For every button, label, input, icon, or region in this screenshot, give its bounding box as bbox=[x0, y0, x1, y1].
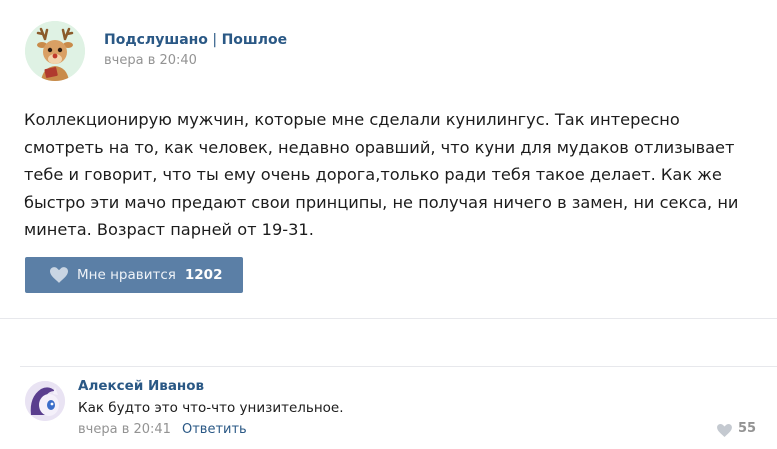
spacer bbox=[0, 319, 777, 367]
reply-button[interactable]: Ответить bbox=[182, 422, 247, 437]
comment-text: Как будто это что-что унизительное. bbox=[78, 400, 344, 416]
like-label: Мне нравится bbox=[77, 267, 176, 283]
comment-like-count: 55 bbox=[738, 421, 757, 436]
author-name[interactable]: Подслушано bbox=[104, 32, 208, 48]
like-button[interactable]: Мне нравится 1202 bbox=[25, 257, 243, 293]
post: Подслушано | Пошлое вчера в 20:40 Коллек… bbox=[0, 0, 777, 318]
heart-icon bbox=[50, 267, 68, 283]
comment-like-button[interactable]: 55 bbox=[717, 421, 757, 437]
post-author[interactable]: Подслушано | Пошлое bbox=[104, 32, 287, 48]
commenter-avatar[interactable] bbox=[25, 381, 65, 421]
post-timestamp[interactable]: вчера в 20:40 bbox=[104, 53, 197, 68]
group-avatar[interactable] bbox=[25, 21, 85, 81]
comment-author[interactable]: Алексей Иванов bbox=[78, 378, 204, 394]
deer-icon bbox=[25, 21, 85, 81]
post-text: Коллекционирую мужчин, которые мне сдела… bbox=[24, 110, 739, 239]
comment-timestamp[interactable]: вчера в 20:41 bbox=[78, 422, 171, 437]
author-separator: | bbox=[207, 32, 222, 48]
divider bbox=[20, 366, 777, 367]
pony-icon bbox=[25, 381, 65, 421]
author-subname[interactable]: Пошлое bbox=[222, 32, 288, 48]
like-count: 1202 bbox=[184, 267, 223, 283]
heart-icon bbox=[717, 422, 732, 437]
